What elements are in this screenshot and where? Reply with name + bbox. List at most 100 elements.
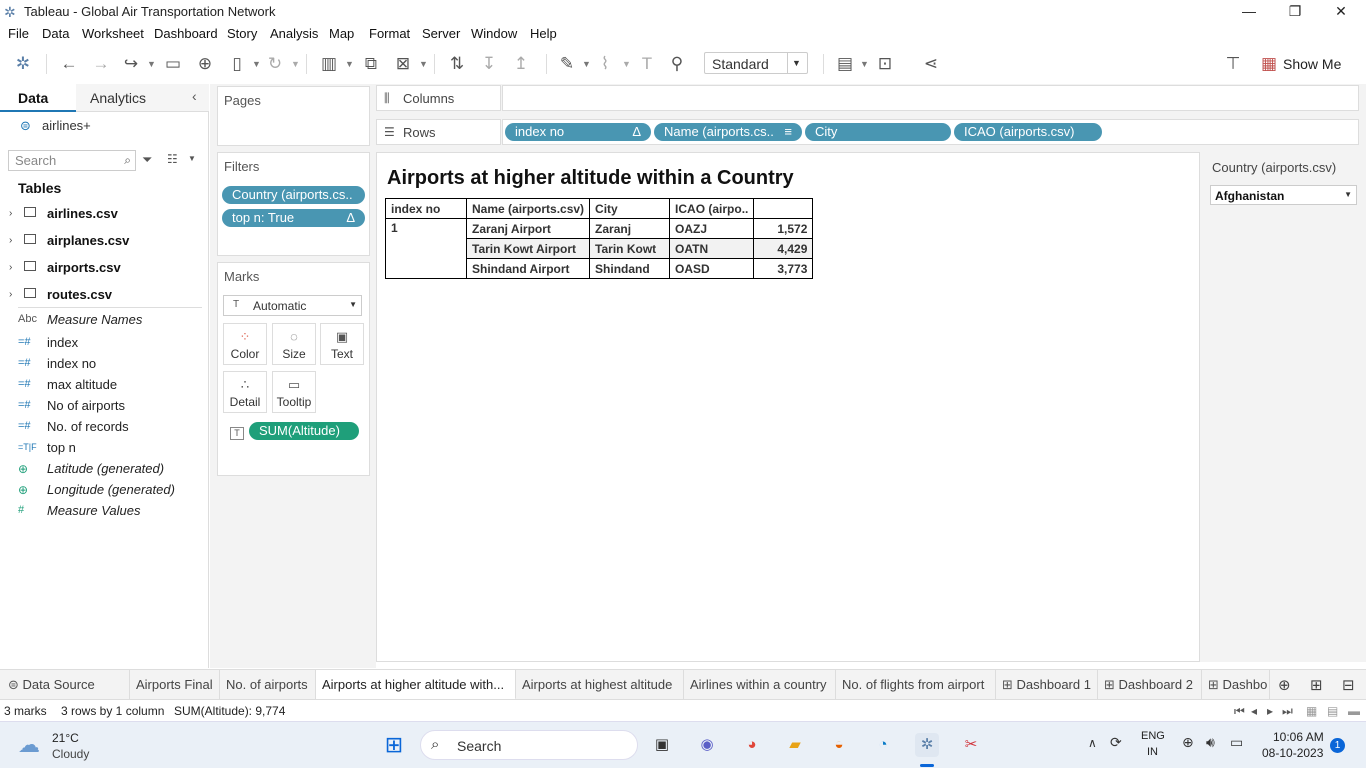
network-icon[interactable]: ⊕ (1182, 734, 1194, 751)
datasource-name[interactable]: airlines+ (42, 118, 91, 133)
new-data-source-icon[interactable]: ⊕ (194, 53, 216, 75)
filter-icon[interactable]: ⏷ (142, 152, 152, 168)
worksheet-view[interactable]: Airports at higher altitude within a Cou… (376, 152, 1200, 662)
menu-server[interactable]: Server (422, 26, 460, 41)
expand-icon[interactable]: › (9, 289, 12, 300)
chevron-down-icon[interactable]: ▼ (252, 53, 261, 75)
menu-story[interactable]: Story (227, 26, 257, 41)
marks-color-button[interactable]: ⁘ Color (223, 323, 267, 365)
show-me-button[interactable]: Show Me (1283, 56, 1341, 72)
country-filter-dropdown[interactable]: Afghanistan ▼ (1210, 185, 1357, 205)
menu-data[interactable]: Data (42, 26, 69, 41)
menu-analysis[interactable]: Analysis (270, 26, 318, 41)
tab-dashboard-2[interactable]: ⊞ Dashboard 2 (1098, 670, 1202, 700)
chevron-down-icon[interactable]: ▼ (582, 53, 591, 75)
menu-map[interactable]: Map (329, 26, 354, 41)
chevron-down-icon[interactable]: ▼ (188, 154, 196, 163)
filters-card[interactable]: Filters Country (airports.cs.. top n: Tr… (217, 152, 370, 256)
minimize-button[interactable]: — (1226, 0, 1272, 24)
header-icao[interactable]: ICAO (airpo.. (669, 198, 755, 219)
cell-altitude[interactable]: 1,572 (753, 218, 814, 239)
clock-time[interactable]: 10:06 AM (1273, 730, 1324, 744)
marks-text-button[interactable]: ▣ Text (320, 323, 364, 365)
sort-ascending-icon[interactable]: ↧ (478, 53, 500, 75)
chevron-down-icon[interactable]: ▼ (345, 53, 354, 75)
swap-rows-columns-icon[interactable]: ⇅ (446, 53, 468, 75)
cell-city[interactable]: Tarin Kowt (589, 238, 671, 259)
cell-index-no[interactable]: 1 (385, 218, 467, 279)
close-button[interactable]: ✕ (1318, 0, 1364, 24)
header-city[interactable]: City (589, 198, 671, 219)
cell-name[interactable]: Shindand Airport (465, 258, 591, 279)
rows-pill-icao[interactable]: ICAO (airports.csv) (954, 123, 1102, 141)
show-tabs-icon[interactable]: ▬ (1348, 704, 1360, 718)
clock-date[interactable]: 08-10-2023 (1262, 746, 1323, 760)
cell-icao[interactable]: OAZJ (669, 218, 755, 239)
header-name[interactable]: Name (airports.csv) (465, 198, 591, 219)
clear-sheet-icon[interactable]: ⊠ (392, 53, 414, 75)
cell-icao[interactable]: OATN (669, 238, 755, 259)
header-index-no[interactable]: index no (385, 198, 467, 219)
tab-dashboard-3[interactable]: ⊞ Dashbo (1202, 670, 1270, 700)
rows-pill-city[interactable]: City (805, 123, 951, 141)
tableau-taskbar-icon[interactable]: ✲ (915, 733, 939, 757)
presentation-mode-icon[interactable]: ⊡ (874, 53, 896, 75)
rows-pill-index-no[interactable]: index no Δ (505, 123, 651, 141)
show-sheet-sorter-icon[interactable]: ▤ (1327, 704, 1338, 718)
cell-altitude[interactable]: 4,429 (753, 238, 814, 259)
battery-icon[interactable]: ▭ (1230, 734, 1243, 751)
marks-detail-button[interactable]: ∴ Detail (223, 371, 267, 413)
duplicate-sheet-icon[interactable]: ⧉ (360, 53, 382, 75)
expand-icon[interactable]: › (9, 208, 12, 219)
cell-city[interactable]: Shindand (589, 258, 671, 279)
cell-name[interactable]: Tarin Kowt Airport (465, 238, 591, 259)
file-explorer-icon[interactable]: ▰ (783, 733, 807, 757)
tab-no-of-airports[interactable]: No. of airports (220, 670, 316, 700)
edge-icon[interactable]: ◔ (871, 733, 895, 757)
group-members-icon[interactable]: ⌇ (594, 53, 616, 75)
windows-start-icon[interactable]: ⊞ (382, 733, 406, 757)
menu-file[interactable]: File (8, 26, 29, 41)
view-options-icon[interactable]: ☷ (167, 152, 178, 166)
tab-airports-at-higher-altitude[interactable]: Airports at higher altitude with... (316, 670, 516, 700)
chevron-down-icon[interactable]: ▼ (860, 53, 869, 75)
tab-analytics[interactable]: Analytics ‹ (76, 84, 209, 112)
prev-sheet-icon[interactable]: ◂ (1251, 704, 1257, 718)
show-me-icon[interactable]: ▦ (1258, 53, 1280, 75)
mark-pill-sum-altitude[interactable]: SUM(Altitude) (249, 422, 359, 440)
pin-axes-icon[interactable]: ⚲ (666, 53, 688, 75)
filter-pill-country[interactable]: Country (airports.cs.. (222, 186, 365, 204)
chevron-down-icon[interactable]: ▼ (419, 53, 428, 75)
chevron-down-icon[interactable]: ▼ (622, 53, 631, 75)
cloud-weather-icon[interactable]: ☁ (18, 732, 40, 758)
language-region[interactable]: IN (1147, 746, 1158, 758)
show-hidden-icons[interactable]: ∧ (1088, 736, 1097, 750)
field-search-input[interactable]: Search ⌕ (8, 150, 136, 171)
pages-card[interactable]: Pages (217, 86, 370, 146)
chevron-down-icon[interactable]: ▼ (291, 53, 300, 75)
tab-airlines-within-country[interactable]: Airlines within a country (684, 670, 836, 700)
rows-shelf[interactable]: index no Δ Name (airports.cs.. ≡ City ICAO… (502, 119, 1359, 145)
notification-badge[interactable]: 1 (1330, 738, 1345, 753)
menu-format[interactable]: Format (369, 26, 410, 41)
first-sheet-icon[interactable]: ⏮ (1234, 704, 1245, 719)
show-filmstrip-icon[interactable]: ▦ (1306, 704, 1317, 718)
redo-icon[interactable]: → (90, 53, 112, 75)
tab-airports-final[interactable]: Airports Final (130, 670, 220, 700)
rows-pill-name[interactable]: Name (airports.cs.. ≡ (654, 123, 802, 141)
show-cards-icon[interactable]: ▤ (834, 53, 856, 75)
new-worksheet-icon[interactable]: ⊕ (1278, 676, 1291, 694)
tab-no-of-flights[interactable]: No. of flights from airport (836, 670, 996, 700)
cell-altitude[interactable]: 3,773 (753, 258, 814, 279)
volume-icon[interactable]: 🔊︎ (1206, 734, 1215, 751)
cell-city[interactable]: Zaranj (589, 218, 671, 239)
collapse-pane-icon[interactable]: ‹ (192, 88, 197, 104)
task-view-icon[interactable]: ▣ (650, 733, 674, 757)
filter-pill-top-n[interactable]: top n: True Δ (222, 209, 365, 227)
restore-button[interactable]: ❐ (1272, 0, 1318, 24)
tableau-home-icon[interactable]: ✲ (12, 53, 34, 75)
next-sheet-icon[interactable]: ▸ (1267, 704, 1273, 718)
refresh-icon[interactable]: ↻ (264, 53, 286, 75)
chevron-down-icon[interactable]: ▼ (147, 53, 156, 75)
share-icon[interactable]: ⋖ (920, 53, 942, 75)
